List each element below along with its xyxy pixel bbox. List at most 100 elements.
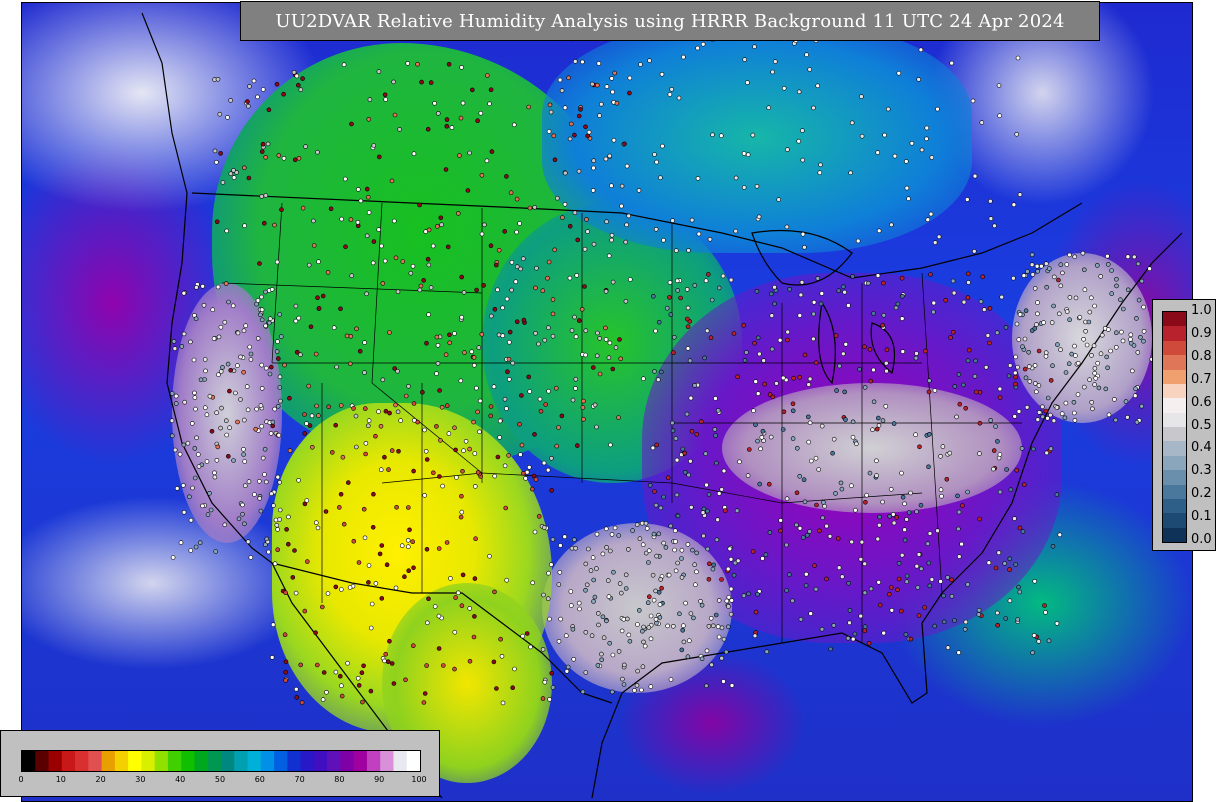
station-marker xyxy=(1080,250,1086,256)
station-marker xyxy=(453,595,458,600)
station-marker xyxy=(1052,274,1057,280)
station-marker xyxy=(296,156,302,161)
obs-legend-label: 0.1 xyxy=(1191,509,1212,525)
station-marker xyxy=(1016,584,1021,590)
station-marker xyxy=(479,173,485,178)
station-marker xyxy=(993,565,999,571)
station-marker xyxy=(533,285,538,291)
station-marker xyxy=(596,61,602,66)
station-marker xyxy=(654,620,659,626)
station-marker xyxy=(820,515,826,521)
station-marker xyxy=(594,82,600,88)
station-marker xyxy=(658,505,664,511)
station-marker xyxy=(706,492,712,497)
station-marker xyxy=(188,517,194,523)
station-marker xyxy=(831,623,837,628)
station-marker xyxy=(218,425,223,431)
station-marker xyxy=(567,275,573,281)
station-marker xyxy=(679,547,685,553)
station-marker xyxy=(828,646,833,652)
rh-colorbar-segment xyxy=(327,751,341,771)
station-marker xyxy=(226,299,231,305)
station-marker xyxy=(981,307,987,312)
station-marker xyxy=(419,79,424,85)
rh-colorbar-segment xyxy=(35,751,50,771)
station-marker xyxy=(667,92,673,97)
station-marker xyxy=(804,532,810,538)
station-marker xyxy=(500,700,506,706)
station-marker xyxy=(670,623,676,629)
station-marker xyxy=(836,288,842,294)
station-marker xyxy=(784,588,789,593)
station-marker xyxy=(367,97,373,102)
station-marker xyxy=(300,205,306,211)
station-marker xyxy=(1017,192,1023,197)
station-marker xyxy=(278,334,284,339)
station-marker xyxy=(277,374,283,380)
station-marker xyxy=(1092,382,1097,387)
station-marker xyxy=(572,314,577,320)
obs-legend-label: 0.4 xyxy=(1191,440,1212,456)
station-marker xyxy=(424,620,430,626)
station-marker xyxy=(784,496,790,502)
station-marker xyxy=(1105,253,1110,259)
station-marker xyxy=(577,606,582,612)
station-marker xyxy=(923,348,928,354)
station-marker xyxy=(340,454,346,460)
station-marker xyxy=(326,404,332,410)
station-marker xyxy=(443,352,449,358)
station-marker xyxy=(726,604,731,609)
station-marker xyxy=(893,305,899,311)
station-marker xyxy=(762,381,768,387)
station-marker xyxy=(241,452,246,457)
station-marker xyxy=(918,502,924,508)
station-marker xyxy=(306,262,312,268)
station-marker xyxy=(1044,450,1049,456)
station-marker xyxy=(871,311,876,316)
station-marker xyxy=(557,77,563,83)
station-marker xyxy=(854,441,859,447)
station-marker xyxy=(356,683,362,688)
station-marker xyxy=(259,317,265,323)
station-marker xyxy=(925,217,931,222)
station-marker xyxy=(603,526,609,532)
station-marker xyxy=(988,198,993,204)
station-marker xyxy=(550,333,556,339)
station-marker xyxy=(481,283,486,288)
station-marker xyxy=(260,455,266,461)
station-marker xyxy=(550,685,556,690)
obs-legend-label: 0.7 xyxy=(1191,371,1212,387)
station-marker xyxy=(338,491,344,497)
station-marker xyxy=(447,332,452,338)
station-marker xyxy=(966,347,972,353)
station-marker xyxy=(847,608,853,613)
station-marker xyxy=(603,156,609,162)
station-marker xyxy=(459,274,465,280)
station-marker xyxy=(857,366,862,372)
station-marker xyxy=(558,543,563,548)
station-marker xyxy=(925,541,931,547)
station-marker xyxy=(204,412,210,418)
rh-scale-tick: 80 xyxy=(334,775,345,784)
station-marker xyxy=(694,431,700,437)
station-marker xyxy=(1014,321,1020,327)
station-marker xyxy=(474,287,479,293)
station-marker xyxy=(806,439,812,445)
station-marker xyxy=(931,309,936,315)
station-marker xyxy=(811,311,816,317)
station-marker xyxy=(838,480,844,486)
station-marker xyxy=(292,157,298,163)
station-marker xyxy=(309,444,315,450)
station-marker xyxy=(970,98,976,104)
station-marker xyxy=(315,525,321,531)
station-marker xyxy=(1098,351,1104,357)
station-marker xyxy=(238,397,243,402)
station-marker xyxy=(1130,368,1135,374)
station-marker xyxy=(801,477,807,483)
station-marker xyxy=(1095,360,1100,366)
station-marker xyxy=(471,355,477,360)
station-marker xyxy=(806,382,812,387)
station-marker xyxy=(1096,385,1102,391)
station-marker xyxy=(658,369,664,375)
station-marker xyxy=(452,666,457,672)
